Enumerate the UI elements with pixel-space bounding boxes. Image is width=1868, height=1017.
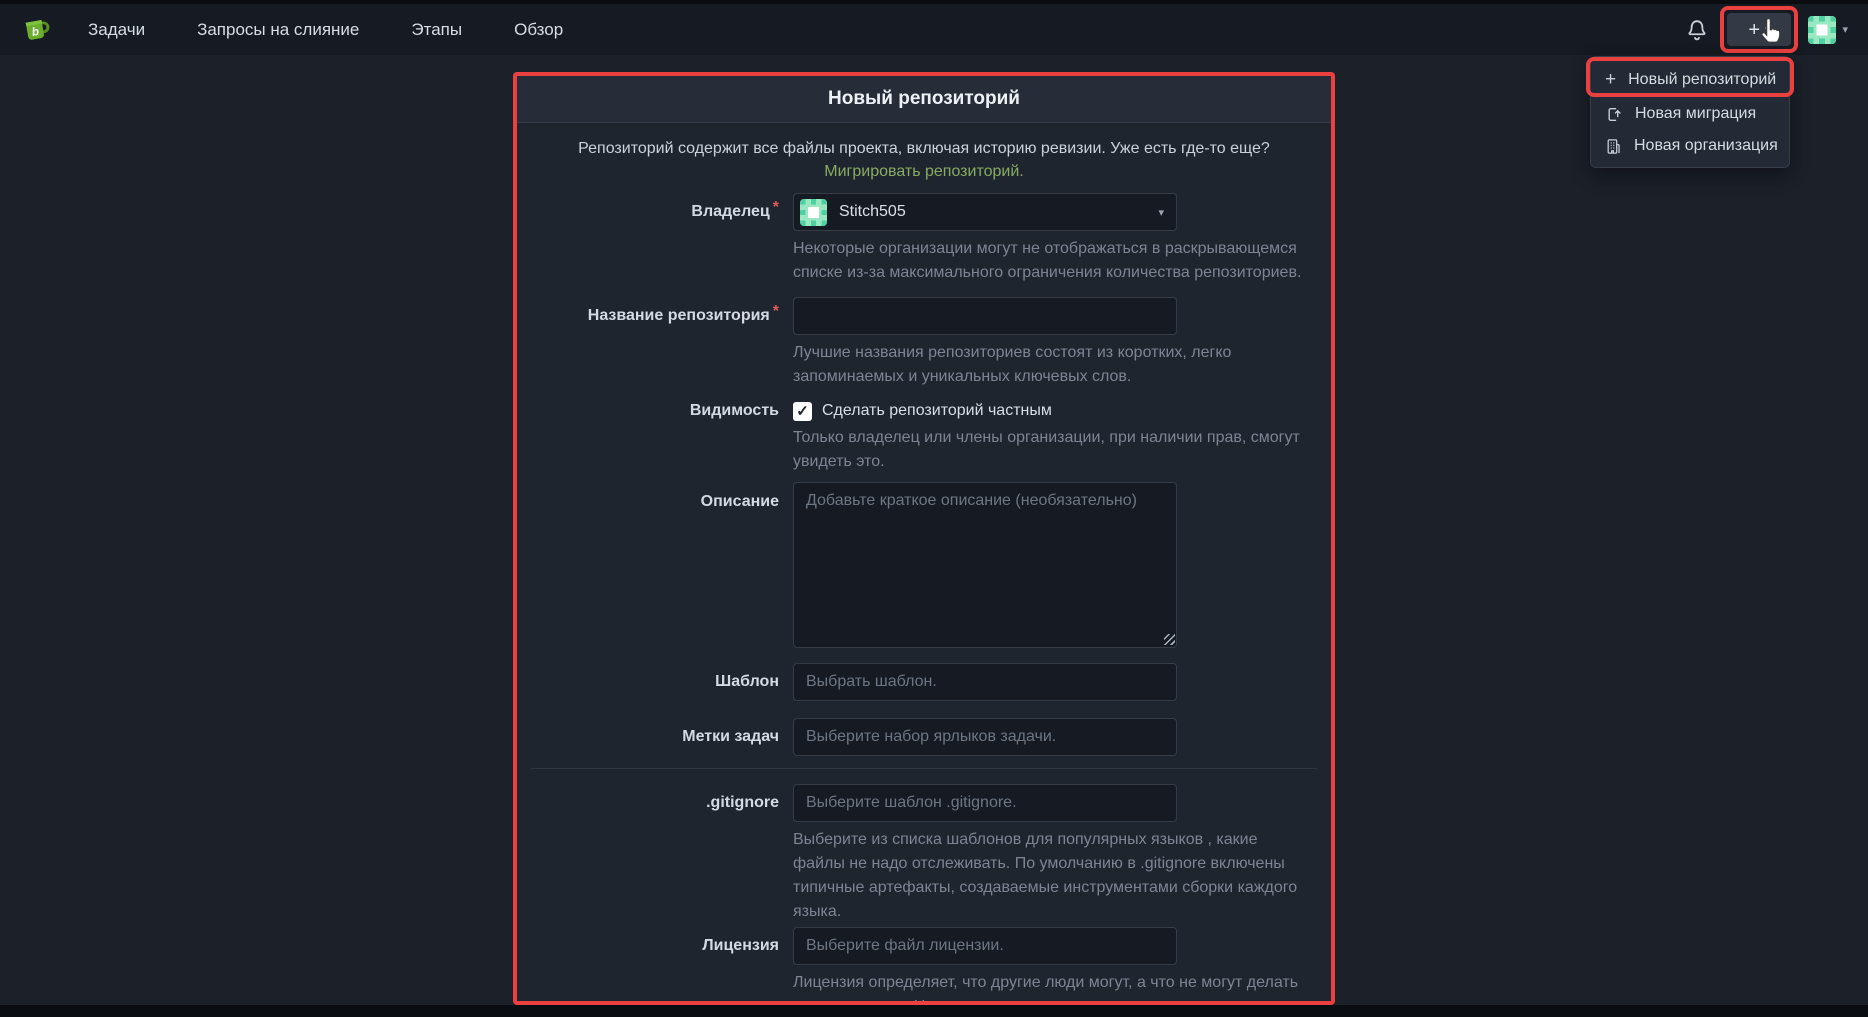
template-row: Шаблон	[517, 663, 1331, 701]
issue-labels-input[interactable]	[793, 718, 1177, 756]
label-text: Название репозитория	[588, 307, 770, 324]
migrate-icon	[1605, 106, 1623, 123]
menu-item-label: Новая организация	[1634, 137, 1778, 155]
migrate-repository-link[interactable]: Мигрировать репозиторий.	[824, 163, 1023, 180]
user-avatar-menu[interactable]: ▾	[1808, 16, 1848, 44]
new-repository-form: Новый репозиторий Репозиторий содержит в…	[513, 72, 1335, 1005]
form-header: Новый репозиторий	[517, 76, 1331, 123]
issue-labels-row: Метки задач	[517, 718, 1331, 756]
nav-links: Задачи Запросы на слияние Этапы Обзор	[88, 20, 563, 40]
repo-name-help-text: Лучшие названия репозиториев состоят из …	[793, 341, 1305, 389]
menu-item-label: Новый репозиторий	[1628, 71, 1776, 89]
owner-row: Владелец* Stitch505 ▾	[517, 193, 1331, 285]
repo-name-input[interactable]	[793, 297, 1177, 335]
license-input[interactable]	[793, 927, 1177, 965]
menu-item-new-repository[interactable]: + Новый репозиторий	[1591, 62, 1789, 98]
menu-item-new-organization[interactable]: Новая организация	[1591, 130, 1789, 162]
description-textarea[interactable]	[793, 482, 1177, 648]
description-label: Описание	[517, 482, 793, 648]
menu-item-new-migration[interactable]: Новая миграция	[1591, 98, 1789, 130]
avatar	[1808, 16, 1836, 44]
owner-select-dropdown[interactable]: Stitch505 ▾	[793, 193, 1177, 231]
nav-link-milestones[interactable]: Этапы	[411, 20, 462, 40]
plus-icon: +	[1605, 69, 1616, 91]
license-row: Лицензия Лицензия определяет, что другие…	[517, 927, 1331, 1005]
menu-item-label: Новая миграция	[1635, 105, 1756, 123]
check-icon: ✓	[796, 404, 809, 419]
annotation-box-plus-button: + ▾	[1720, 6, 1798, 53]
gitignore-help-text: Выберите из списка шаблонов для популярн…	[793, 828, 1305, 924]
window-bottom-strip	[0, 1005, 1868, 1017]
owner-value: Stitch505	[839, 203, 1146, 221]
visibility-row: Видимость ✓ Сделать репозиторий частным …	[517, 400, 1331, 474]
repo-name-label: Название репозитория*	[517, 297, 793, 389]
required-mark: *	[773, 303, 779, 320]
license-help-text: Лицензия определяет, что другие люди мог…	[793, 971, 1305, 1005]
window-top-strip	[0, 0, 1868, 4]
owner-help-text: Некоторые организации могут не отображат…	[793, 237, 1305, 285]
label-text: Владелец	[691, 203, 769, 220]
create-new-dropdown-menu: + Новый репозиторий Новая миграция Новая…	[1590, 56, 1790, 168]
private-checkbox[interactable]: ✓	[793, 402, 812, 421]
license-label: Лицензия	[517, 927, 793, 1005]
repo-name-row: Название репозитория* Лучшие названия ре…	[517, 297, 1331, 389]
template-label: Шаблон	[517, 663, 793, 701]
create-new-button[interactable]: + ▾	[1727, 13, 1791, 46]
visibility-help-text: Только владелец или члены организации, п…	[793, 426, 1305, 474]
plus-icon: +	[1748, 20, 1760, 40]
description-row: Описание	[517, 482, 1331, 648]
gitignore-input[interactable]	[793, 784, 1177, 822]
owner-label: Владелец*	[517, 193, 793, 285]
license-help-body: Лицензия определяет, что другие люди мог…	[793, 974, 1298, 1005]
chevron-down-icon: ▾	[1842, 23, 1848, 36]
intro-text: Репозиторий содержит все файлы проекта, …	[578, 140, 1270, 157]
navbar-right: + ▾ ▾	[1684, 6, 1848, 53]
gitea-logo-icon[interactable]: b	[20, 14, 52, 46]
nav-link-pull-requests[interactable]: Запросы на слияние	[197, 20, 359, 40]
gitignore-row: .gitignore Выберите из списка шаблонов д…	[517, 784, 1331, 924]
navbar: b Задачи Запросы на слияние Этапы Обзор …	[0, 4, 1868, 55]
visibility-label: Видимость	[517, 400, 793, 474]
gitignore-label: .gitignore	[517, 784, 793, 924]
private-checkbox-label[interactable]: Сделать репозиторий частным	[822, 402, 1052, 420]
section-divider	[531, 768, 1317, 769]
chevron-down-icon: ▾	[1158, 206, 1164, 219]
form-intro: Репозиторий содержит все файлы проекта, …	[559, 137, 1289, 183]
page-title: Новый репозиторий	[828, 88, 1020, 110]
nav-link-issues[interactable]: Задачи	[88, 20, 145, 40]
issue-labels-label: Метки задач	[517, 718, 793, 756]
notifications-bell-icon[interactable]	[1684, 17, 1710, 43]
chevron-down-icon: ▾	[1765, 23, 1771, 36]
nav-link-explore[interactable]: Обзор	[514, 20, 563, 40]
organization-icon	[1605, 138, 1622, 155]
required-mark: *	[773, 199, 779, 216]
template-input[interactable]	[793, 663, 1177, 701]
owner-avatar	[800, 199, 827, 226]
